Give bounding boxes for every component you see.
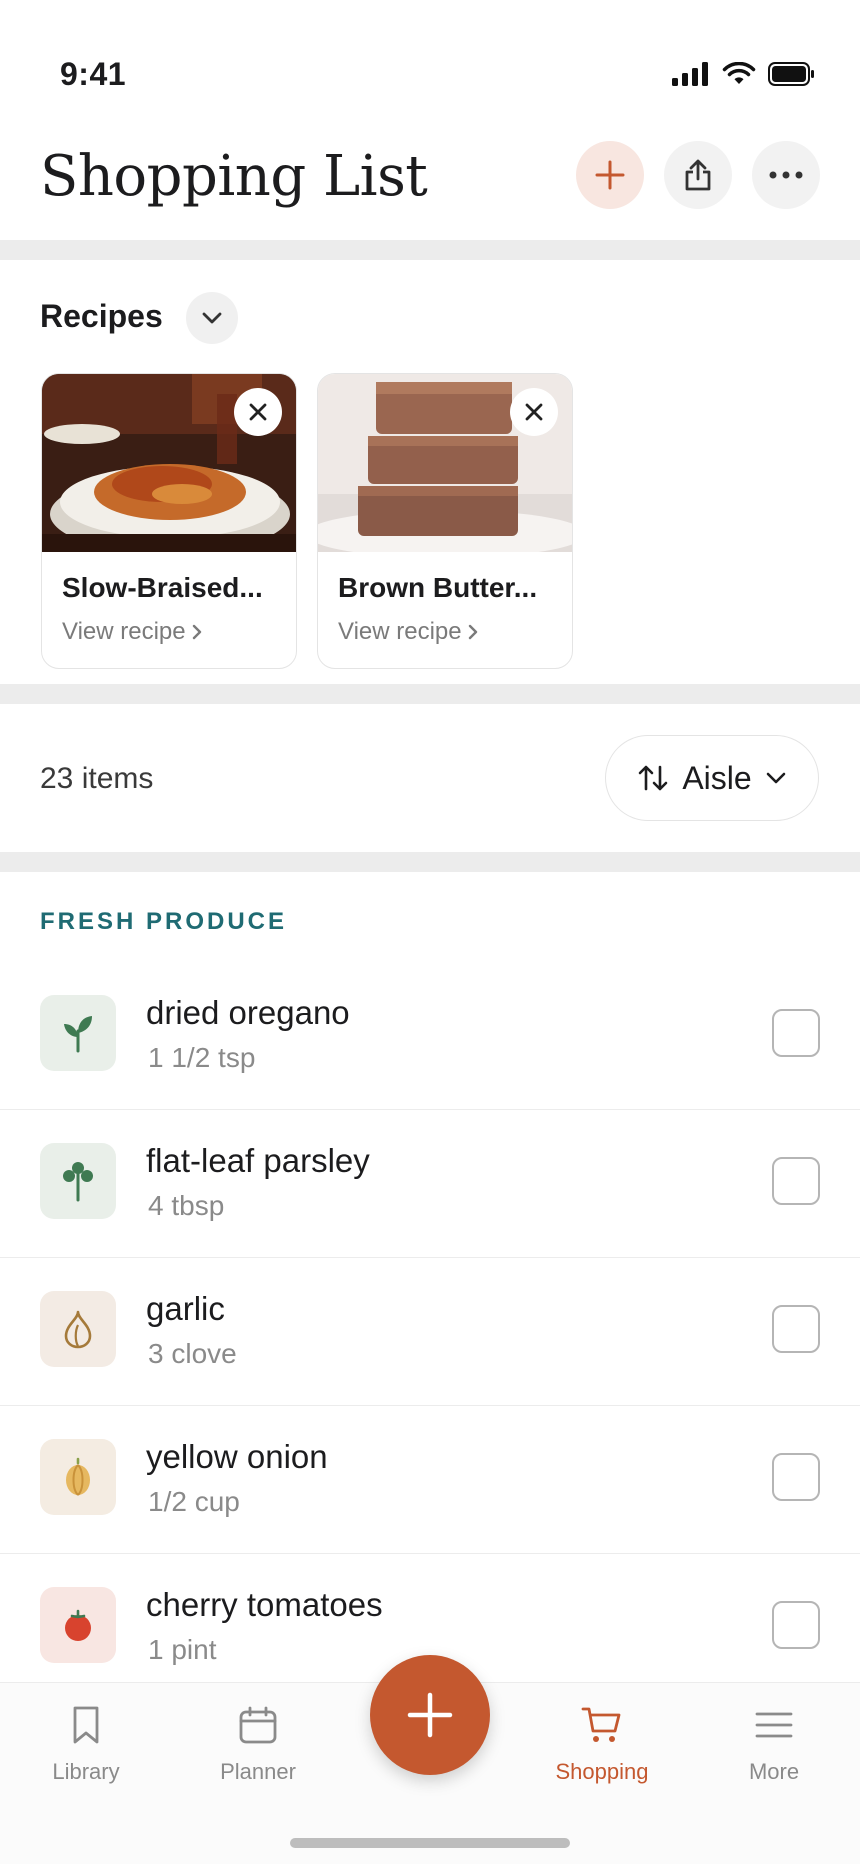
item-checkbox[interactable] <box>772 1157 820 1205</box>
recipe-image <box>42 374 296 552</box>
aisle-section-label: FRESH PRODUCE <box>40 908 288 935</box>
item-checkbox[interactable] <box>772 1009 820 1057</box>
sprout-icon <box>64 1016 92 1053</box>
bookmark-icon <box>73 1706 99 1744</box>
shopping-list: dried oregano 1 1/2 tsp flat-leaf parsle… <box>0 962 860 1702</box>
home-indicator <box>290 1838 570 1848</box>
recipes-section: Recipes Slow-Braised... View recipe Brow… <box>0 260 860 684</box>
tab-label: Planner <box>220 1759 296 1784</box>
recipe-name: Slow-Braised... <box>62 572 263 603</box>
add-fab-button[interactable] <box>370 1655 490 1775</box>
close-icon <box>525 403 543 421</box>
wifi-icon <box>722 62 756 84</box>
sort-icon <box>639 765 668 791</box>
recipes-title: Recipes <box>40 298 163 334</box>
recipes-collapse-button[interactable] <box>186 292 238 344</box>
tab-planner[interactable]: Planner <box>193 1703 323 1785</box>
list-item[interactable]: garlic 3 clove <box>0 1258 860 1406</box>
tab-label: Library <box>52 1759 120 1784</box>
recipe-card[interactable]: Slow-Braised... View recipe <box>41 373 297 669</box>
ellipsis-icon <box>769 171 803 179</box>
item-quantity: 1/2 cup <box>148 1486 240 1517</box>
view-recipe-label: View recipe <box>62 618 186 645</box>
header: Shopping List <box>0 130 860 240</box>
herb-icon <box>63 1162 93 1202</box>
view-recipe-link[interactable]: View recipe <box>62 618 202 646</box>
item-icon-tile <box>40 995 116 1071</box>
share-button[interactable] <box>664 141 732 209</box>
item-quantity: 1 1/2 tsp <box>148 1042 256 1073</box>
list-item[interactable]: yellow onion 1/2 cup <box>0 1406 860 1554</box>
calendar-icon <box>239 1706 277 1744</box>
item-icon-tile <box>40 1439 116 1515</box>
status-icons <box>672 62 816 86</box>
chevron-down-icon <box>202 312 222 324</box>
battery-icon <box>768 62 814 86</box>
tab-label: Shopping <box>555 1759 649 1784</box>
more-options-button[interactable] <box>752 141 820 209</box>
garlic-icon <box>64 1310 92 1349</box>
item-name: flat-leaf parsley <box>146 1142 370 1179</box>
list-toolbar: 23 items Aisle <box>0 704 860 852</box>
item-checkbox[interactable] <box>772 1453 820 1501</box>
item-name: dried oregano <box>146 994 350 1031</box>
plus-icon <box>407 1692 453 1738</box>
item-icon-tile <box>40 1587 116 1663</box>
recipe-card[interactable]: Brown Butter... View recipe <box>317 373 573 669</box>
recipe-image <box>318 374 572 552</box>
tab-label: More <box>748 1759 800 1784</box>
section-divider <box>0 684 860 704</box>
menu-icon <box>755 1712 793 1738</box>
view-recipe-label: View recipe <box>338 618 462 645</box>
section-divider <box>0 852 860 872</box>
tab-more[interactable]: More <box>709 1703 839 1785</box>
item-icon-tile <box>40 1143 116 1219</box>
remove-recipe-button[interactable] <box>234 388 282 436</box>
list-item[interactable]: dried oregano 1 1/2 tsp <box>0 962 860 1110</box>
item-quantity: 4 tbsp <box>148 1190 225 1221</box>
status-time: 9:41 <box>60 56 127 92</box>
plus-icon <box>595 160 625 190</box>
signal-icon <box>672 62 708 86</box>
view-recipe-link[interactable]: View recipe <box>338 618 478 646</box>
item-checkbox[interactable] <box>772 1601 820 1649</box>
tab-library[interactable]: Library <box>21 1703 151 1785</box>
section-divider <box>0 240 860 260</box>
tab-shopping[interactable]: Shopping <box>537 1703 667 1785</box>
sort-button[interactable]: Aisle <box>605 735 819 821</box>
close-icon <box>249 403 267 421</box>
add-item-button[interactable] <box>576 141 644 209</box>
item-icon-tile <box>40 1291 116 1367</box>
chevron-down-icon <box>766 772 785 784</box>
items-count: 23 items <box>40 762 154 795</box>
chevron-right-icon <box>468 624 477 640</box>
item-checkbox[interactable] <box>772 1305 820 1353</box>
remove-recipe-button[interactable] <box>510 388 558 436</box>
item-name: cherry tomatoes <box>146 1586 383 1623</box>
item-name: yellow onion <box>146 1438 328 1475</box>
item-name: garlic <box>146 1290 225 1327</box>
list-item[interactable]: flat-leaf parsley 4 tbsp <box>0 1110 860 1258</box>
page-title: Shopping List <box>40 144 428 209</box>
chevron-right-icon <box>192 624 201 640</box>
sort-label: Aisle <box>682 759 752 796</box>
item-quantity: 1 pint <box>148 1634 217 1665</box>
share-icon <box>685 159 711 191</box>
status-bar: 9:41 <box>0 0 860 120</box>
tomato-icon <box>65 1609 91 1641</box>
item-quantity: 3 clove <box>148 1338 237 1369</box>
onion-icon <box>66 1457 90 1496</box>
recipe-name: Brown Butter... <box>338 572 538 603</box>
cart-icon <box>581 1707 621 1742</box>
